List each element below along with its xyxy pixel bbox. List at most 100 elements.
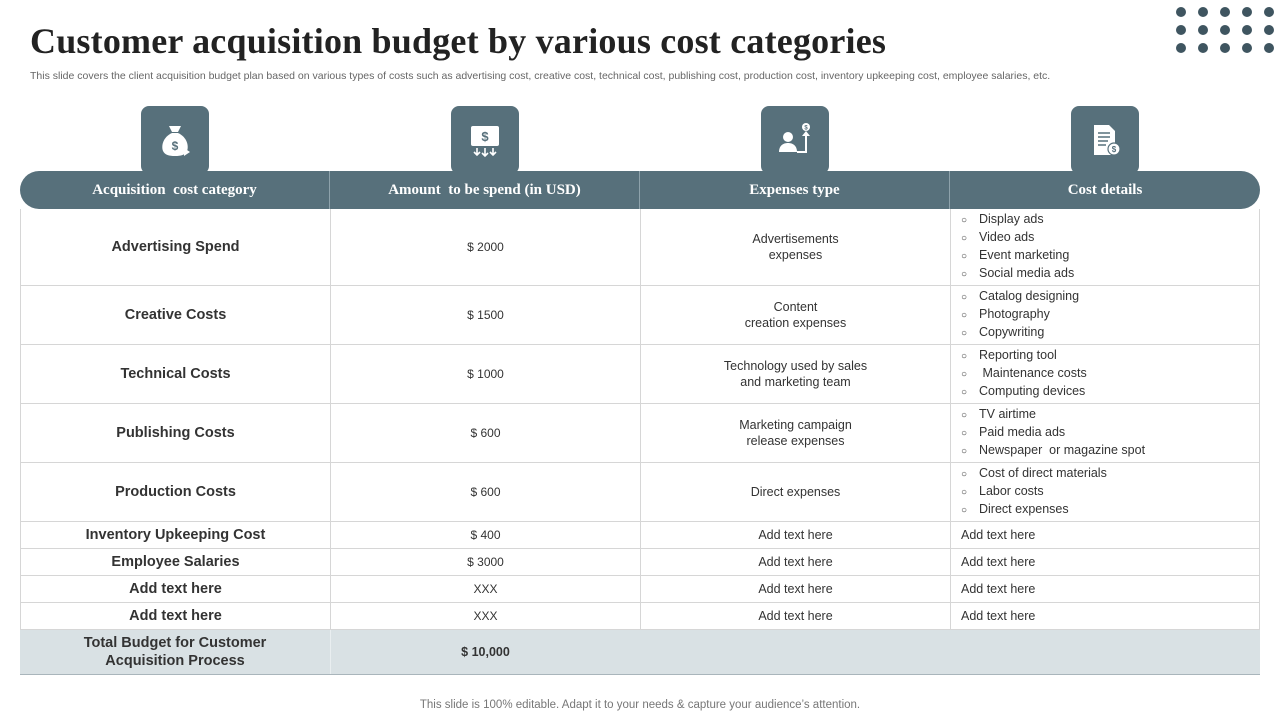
wallet-cash-icon: $ [451, 106, 519, 174]
expense-line: release expenses [746, 434, 845, 448]
amount-cell: XXX [330, 576, 640, 602]
cost-details-cell: ○ Catalog designing ○ Photography ○ Copywri… [950, 286, 1260, 344]
bullet-icon: ○ [961, 215, 968, 226]
amount-cell: $ 1000 [330, 345, 640, 403]
header-expenses-type: Expenses type [640, 171, 950, 209]
table-row: Add text here XXX Add text here Add text… [20, 602, 1260, 629]
category-icons-row: $ $ $ $ [20, 106, 1260, 176]
expense-type-cell: Advertisements expenses [640, 209, 950, 285]
expense-type-cell: Add text here [640, 603, 950, 629]
detail-item: ○ Computing devices [961, 383, 1087, 401]
bullet-icon: ○ [961, 269, 968, 280]
detail-item: ○ Social media ads [961, 265, 1074, 283]
money-bag-icon: $ [141, 106, 209, 174]
total-empty-cell [950, 630, 1260, 674]
detail-item: ○ Display ads [961, 211, 1074, 229]
bullet-icon: ○ [961, 446, 968, 457]
detail-item: ○ Video ads [961, 229, 1074, 247]
table-row: Technical Costs $ 1000 Technology used b… [20, 344, 1260, 403]
table-header: Acquisition cost category Amount to be s… [20, 171, 1260, 209]
cost-details-cell: ○ Display ads ○ Video ads ○ Event marketing… [950, 209, 1260, 285]
amount-cell: $ 1500 [330, 286, 640, 344]
detail-item: ○ Maintenance costs [961, 365, 1087, 383]
total-empty-cell [640, 630, 950, 674]
detail-item: ○ Catalog designing [961, 288, 1079, 306]
detail-item: ○ Copywriting [961, 324, 1079, 342]
amount-cell: $ 600 [330, 404, 640, 462]
header-cost-details: Cost details [1067, 181, 1143, 198]
category-cell: Publishing Costs [20, 404, 330, 462]
category-cell: Add text here [20, 603, 330, 629]
bullet-icon: ○ [961, 251, 968, 262]
expense-type-cell: Add text here [640, 522, 950, 548]
detail-item: ○ Event marketing [961, 247, 1074, 265]
svg-text:$: $ [481, 129, 489, 144]
detail-item: ○ Photography [961, 306, 1079, 324]
category-cell: Production Costs [20, 463, 330, 521]
expense-line: Direct expenses [750, 485, 841, 499]
expense-line: Advertisements [752, 232, 839, 246]
detail-item: ○ Newspaper or magazine spot [961, 442, 1145, 460]
bullet-icon: ○ [961, 292, 968, 303]
expense-type-cell: Content creation expenses [640, 286, 950, 344]
expense-type-cell: Add text here [640, 576, 950, 602]
slide-subtitle: This slide covers the client acquisition… [30, 70, 1051, 82]
amount-cell: XXX [330, 603, 640, 629]
budget-table: Advertising Spend $ 2000 Advertisements … [20, 209, 1260, 675]
bullet-icon: ○ [961, 387, 968, 398]
expense-line: Technology used by sales [723, 359, 868, 373]
category-cell: Add text here [20, 576, 330, 602]
bullet-icon: ○ [961, 310, 968, 321]
expense-line: creation expenses [744, 316, 847, 330]
total-amount: $ 10,000 [330, 630, 640, 674]
cost-details-cell: ○ TV airtime ○ Paid media ads ○ Newspaper o… [950, 404, 1260, 462]
bullet-icon: ○ [961, 369, 968, 380]
amount-cell: $ 3000 [330, 549, 640, 575]
expense-line: and marketing team [740, 375, 851, 389]
svg-text:$: $ [1112, 145, 1117, 154]
expense-type-cell: Technology used by sales and marketing t… [640, 345, 950, 403]
bullet-icon: ○ [961, 351, 968, 362]
expense-type-cell: Marketing campaign release expenses [640, 404, 950, 462]
table-row: Creative Costs $ 1500 Content creation e… [20, 285, 1260, 344]
total-row: Total Budget for Customer Acquisition Pr… [20, 629, 1260, 674]
category-cell: Advertising Spend [20, 209, 330, 285]
total-label: Total Budget for Customer Acquisition Pr… [83, 635, 267, 669]
expense-line: Content [773, 300, 818, 314]
detail-item: ○ Direct expenses [961, 501, 1107, 519]
detail-item: ○ Cost of direct materials [961, 465, 1107, 483]
bullet-icon: ○ [961, 410, 968, 421]
bullet-icon: ○ [961, 487, 968, 498]
amount-cell: $ 600 [330, 463, 640, 521]
category-cell: Technical Costs [20, 345, 330, 403]
bullet-icon: ○ [961, 505, 968, 516]
bullet-icon: ○ [961, 469, 968, 480]
amount-cell: $ 400 [330, 522, 640, 548]
bullet-icon: ○ [961, 233, 968, 244]
detail-item: ○ Reporting tool [961, 347, 1087, 365]
category-cell: Employee Salaries [20, 549, 330, 575]
category-cell: Creative Costs [20, 286, 330, 344]
table-row: Production Costs $ 600 Direct expenses ○… [20, 462, 1260, 521]
table-row: Add text here XXX Add text here Add text… [20, 575, 1260, 602]
header-amount: Amount to be spend (in USD) [330, 171, 640, 209]
table-row: Advertising Spend $ 2000 Advertisements … [20, 209, 1260, 285]
cost-details-cell: Add text here [950, 522, 1260, 548]
table-row: Publishing Costs $ 600 Marketing campaig… [20, 403, 1260, 462]
detail-item: ○ Labor costs [961, 483, 1107, 501]
document-cost-icon: $ [1071, 106, 1139, 174]
expense-type-cell: Direct expenses [640, 463, 950, 521]
cost-details-cell: ○ Cost of direct materials ○ Labor costs ○… [950, 463, 1260, 521]
slide-footer: This slide is 100% editable. Adapt it to… [419, 699, 861, 711]
cost-details-cell: Add text here [950, 549, 1260, 575]
expense-line: expenses [768, 248, 823, 262]
detail-item: ○ TV airtime [961, 406, 1145, 424]
category-cell: Inventory Upkeeping Cost [20, 522, 330, 548]
table-row: Employee Salaries $ 3000 Add text here A… [20, 548, 1260, 575]
expense-line: Marketing campaign [739, 418, 852, 432]
slide-title: Customer acquisition budget by various c… [30, 21, 887, 61]
cost-details-cell: Add text here [950, 603, 1260, 629]
bullet-icon: ○ [961, 428, 968, 439]
header-category: Acquisition cost category [20, 171, 330, 209]
cost-details-cell: ○ Reporting tool ○ Maintenance costs ○ Com… [950, 345, 1260, 403]
